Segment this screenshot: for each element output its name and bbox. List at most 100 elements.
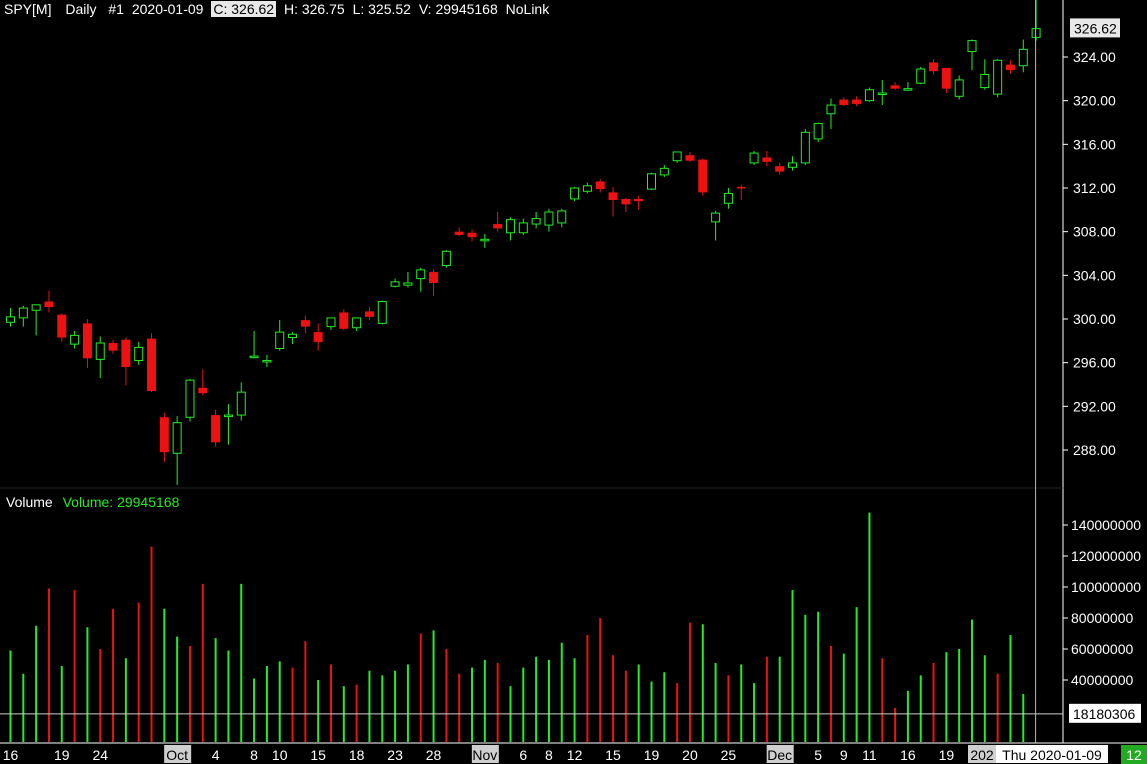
candle-body-down <box>852 99 862 104</box>
date-label: 16 <box>3 747 19 763</box>
price-volume-chart[interactable]: 324.00 320.00 316.00 312.00 308.00 304.00 300.… <box>0 0 1147 764</box>
volume-tick-label: 60000000 <box>1071 641 1134 657</box>
corner-badge-label: 12 <box>1126 747 1142 763</box>
candle-body-down <box>736 186 746 189</box>
volume-tick-label: 100000000 <box>1071 579 1141 595</box>
candle-body-up <box>441 250 451 267</box>
candle-body-down <box>121 339 131 368</box>
candle-body-up <box>480 238 490 242</box>
candle-body-up <box>518 222 528 234</box>
candle-body-down <box>839 99 849 106</box>
candle-body-up <box>95 342 105 360</box>
date-label: 23 <box>387 747 403 763</box>
price-tick-label: 320.00 <box>1073 93 1116 109</box>
candle-body-up <box>903 88 913 91</box>
candle-body-down <box>608 192 618 201</box>
candle-body-down <box>941 67 951 89</box>
candle-body-down <box>364 311 374 317</box>
candle-body-up <box>800 131 810 164</box>
candle-body-up <box>236 391 246 416</box>
candle-body-down <box>339 312 349 329</box>
date-label: 20 <box>682 747 698 763</box>
candle-body-down <box>429 272 439 283</box>
volume-tick-label: 120000000 <box>1071 548 1141 564</box>
candle-body-down <box>762 157 772 162</box>
candle-body-up <box>954 79 964 97</box>
candle-body-up <box>531 218 541 225</box>
candle-body-up <box>352 317 362 329</box>
candle-body-up <box>505 219 515 234</box>
candle-body-up <box>967 40 977 53</box>
candle-body-down <box>44 301 54 307</box>
candle-body-up <box>544 211 554 226</box>
price-tick-label: 288.00 <box>1073 442 1116 458</box>
year-label: 202 <box>970 747 994 763</box>
candle-body-up <box>70 334 80 345</box>
candle-body-up <box>185 379 195 418</box>
candle-body-up <box>390 281 400 287</box>
candle-body-down <box>82 323 92 359</box>
date-label: 6 <box>519 747 527 763</box>
month-label: Dec <box>767 747 792 763</box>
candle-body-down <box>211 415 221 443</box>
month-label: Nov <box>472 747 497 763</box>
candle-body-up <box>582 185 592 192</box>
candle-body-down <box>159 417 169 453</box>
price-tick-label: 300.00 <box>1073 311 1116 327</box>
date-label: 4 <box>212 747 220 763</box>
candle-body-up <box>993 59 1003 95</box>
candle-body-down <box>595 181 605 190</box>
candle-body-up <box>659 167 669 176</box>
last-price-badge-label: 326.62 <box>1074 20 1117 36</box>
cursor-date-label: Thu 2020-01-09 <box>1002 747 1102 763</box>
date-label: 8 <box>545 747 553 763</box>
date-label: 16 <box>900 747 916 763</box>
volume-tick-label: 80000000 <box>1071 610 1134 626</box>
candle-body-down <box>493 224 503 229</box>
candle-body-up <box>377 301 387 324</box>
price-tick-label: 308.00 <box>1073 224 1116 240</box>
candle-body-up <box>31 304 41 311</box>
candle-body-down <box>313 332 323 342</box>
candle-body-up <box>275 331 285 349</box>
date-label: 5 <box>814 747 822 763</box>
candle-body-up <box>826 104 836 115</box>
candle-body-up <box>288 333 298 339</box>
candle-body-down <box>467 232 477 238</box>
candle-body-up <box>1018 48 1028 67</box>
price-tick-label: 292.00 <box>1073 398 1116 414</box>
price-tick-label: 296.00 <box>1073 355 1116 371</box>
date-label: 19 <box>939 747 955 763</box>
date-label: 24 <box>92 747 108 763</box>
volume-tick-label: 140000000 <box>1071 517 1141 533</box>
candle-body-up <box>223 414 233 418</box>
candle-body-down <box>685 155 695 161</box>
date-label: 19 <box>54 747 70 763</box>
candle-body-up <box>262 359 272 363</box>
candle-body-down <box>775 166 785 172</box>
date-label: 18 <box>349 747 365 763</box>
candle-body-down <box>300 320 310 327</box>
candle-body-down <box>147 338 157 392</box>
candle-body-up <box>326 317 336 328</box>
price-tick-label: 316.00 <box>1073 136 1116 152</box>
candle-body-down <box>198 387 208 394</box>
month-label: Oct <box>166 747 188 763</box>
candle-body-up <box>864 89 874 102</box>
candle-body-down <box>1005 64 1015 71</box>
date-label: 25 <box>721 747 737 763</box>
candle-body-up <box>672 151 682 162</box>
candle-body-up <box>416 269 426 280</box>
candle-body-up <box>249 355 259 359</box>
candle-body-down <box>454 231 464 235</box>
candle-body-down <box>929 62 939 72</box>
volume-tick-label: 40000000 <box>1071 672 1134 688</box>
candle-body-down <box>890 85 900 89</box>
date-label: 8 <box>250 747 258 763</box>
date-label: 11 <box>862 747 877 763</box>
candle-body-up <box>723 192 733 204</box>
candle-body-down <box>634 198 644 202</box>
price-tick-label: 304.00 <box>1073 267 1116 283</box>
candle-body-up <box>813 123 823 140</box>
price-tick-label: 324.00 <box>1073 49 1116 65</box>
